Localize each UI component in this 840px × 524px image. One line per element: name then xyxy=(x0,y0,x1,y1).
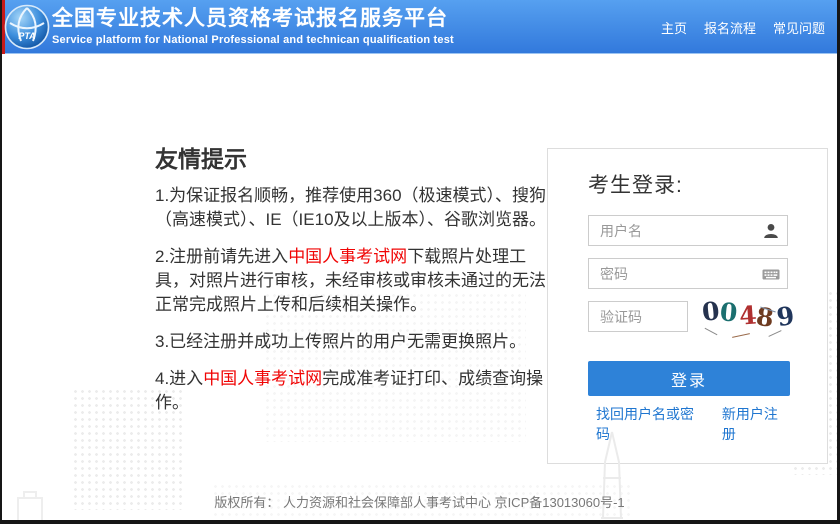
header: PTA 全国专业技术人员资格考试报名服务平台 Service platform … xyxy=(2,0,837,54)
captcha-input[interactable] xyxy=(588,301,688,332)
tip-item-3: 3.已经注册并成功上传照片的用户无需更换照片。 xyxy=(155,330,547,354)
friendly-tips: 友情提示 1.为保证报名顺畅，推荐使用360（极速模式）、搜狗（高速模式）、IE… xyxy=(155,145,547,428)
tip-item-4: 4.进入中国人事考试网完成准考证打印、成绩查询操作。 xyxy=(155,367,547,415)
password-input[interactable] xyxy=(588,258,788,289)
title-block: 全国专业技术人员资格考试报名服务平台 Service platform for … xyxy=(52,7,454,46)
captcha-field-wrap xyxy=(588,301,688,332)
nav-process-link[interactable]: 报名流程 xyxy=(704,18,756,37)
site-title: 全国专业技术人员资格考试报名服务平台 xyxy=(52,7,454,31)
nav-faq-link[interactable]: 常见问题 xyxy=(773,18,825,37)
cpta-site-link[interactable]: 中国人事考试网 xyxy=(203,369,322,388)
username-field-wrap xyxy=(588,215,788,246)
keyboard-icon xyxy=(762,265,780,283)
tips-heading: 友情提示 xyxy=(155,145,547,173)
tip-item-2: 2.注册前请先进入中国人事考试网下载照片处理工具，对照片进行审核，未经审核或审核… xyxy=(155,245,547,317)
footer-copyright: 版权所有： 人力资源和社会保障部人事考试中心 京ICP备13013060号-1 xyxy=(2,492,837,511)
cpta-site-link[interactable]: 中国人事考试网 xyxy=(288,247,407,266)
nav-home-link[interactable]: 主页 xyxy=(661,18,687,37)
captcha-image-digits: 00489 xyxy=(702,297,794,326)
top-nav: 主页 报名流程 常见问题 xyxy=(661,0,825,54)
password-field-wrap xyxy=(588,258,788,289)
page: PTA 全国专业技术人员资格考试报名服务平台 Service platform … xyxy=(0,0,840,524)
pta-logo-icon: PTA xyxy=(4,4,50,50)
user-icon xyxy=(762,222,780,240)
site-subtitle: Service platform for National Profession… xyxy=(52,34,454,46)
tip-item-1: 1.为保证报名顺畅，推荐使用360（极速模式）、搜狗（高速模式）、IE（IE10… xyxy=(155,184,547,232)
captcha-noise xyxy=(705,328,718,335)
svg-text:PTA: PTA xyxy=(18,31,35,41)
login-heading: 考生登录: xyxy=(588,171,788,201)
captcha-image[interactable]: 00489 xyxy=(702,297,790,339)
login-panel: 考生登录: xyxy=(547,148,828,464)
new-user-register-link[interactable]: 新用户注册 xyxy=(722,404,788,444)
captcha-row: 00489 xyxy=(588,301,788,339)
login-button[interactable]: 登录 xyxy=(588,361,790,396)
username-input[interactable] xyxy=(588,215,788,246)
captcha-noise xyxy=(732,333,750,338)
